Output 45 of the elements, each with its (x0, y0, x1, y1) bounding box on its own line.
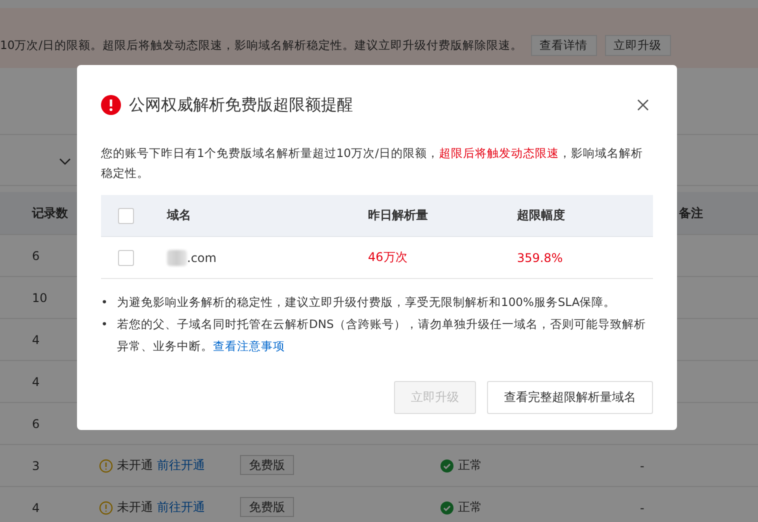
warning-icon (99, 500, 113, 514)
table-cell-text: 4 (31, 500, 41, 514)
column-header: 超限幅度 (517, 207, 566, 224)
column-header: 昨日解析量 (368, 207, 429, 224)
warning-icon (99, 458, 113, 472)
close-icon[interactable] (637, 99, 649, 111)
check-circle-icon (440, 500, 454, 514)
table-cell-text: 359.8% (517, 250, 564, 264)
table-cell: - (640, 500, 644, 514)
checkbox[interactable] (118, 208, 134, 224)
table-cell-text: 4 (31, 332, 41, 346)
notice-link[interactable]: 查看注意事项 (213, 339, 285, 353)
table-cell-text: 46万次 (368, 249, 408, 266)
column-header: 域名 (167, 207, 192, 224)
checkbox[interactable] (118, 250, 134, 266)
edition-tag: 免费版 (240, 497, 294, 517)
status-text: 未开通 (117, 499, 153, 516)
table-cell-text: 3 (31, 458, 41, 472)
bullet: • (101, 316, 109, 333)
dialog-title: 公网权威解析免费版超限额提醒 (129, 94, 354, 116)
note-text: 若您的父、子域名同时托管在云解析DNS（含跨账号），请勿单独升级任一域名，否则可能导致解析异常、业务中断。查看注意事项 (117, 316, 647, 355)
bullet: • (101, 294, 109, 311)
domain-cell: .com (187, 250, 216, 264)
message-text: 您的账号下昨日有1个免费版域名解析量超过10万次/日的限额，超限后将触发动态限速，影响域名解析稳定性。 (101, 145, 644, 182)
note-text: 为避免影响业务解析的稳定性，建议立即升级付费版，享受无限制解析和100%服务SLA保障。 (117, 294, 617, 311)
check-circle-icon (440, 458, 454, 472)
table-cell-text: 6 (31, 248, 41, 262)
error-icon (101, 95, 121, 115)
banner-text: 10万次/日的限额。超限后将触发动态限速，影响域名解析稳定性。建议立即升级付费版解除限速。 (0, 38, 523, 52)
table-cell-text: 6 (31, 416, 41, 430)
status-text: 未开通 (117, 457, 153, 474)
table-cell-text: 4 (31, 374, 41, 388)
banner-button[interactable]: 查看详情 (530, 34, 597, 56)
edition-tag: 免费版 (240, 455, 294, 475)
table-cell-text: 10 (31, 290, 48, 304)
enable-link[interactable]: 前往开通 (157, 457, 205, 474)
chevron-down-icon[interactable] (59, 158, 71, 166)
enable-link[interactable]: 前往开通 (157, 499, 205, 516)
health-text: 正常 (458, 457, 482, 474)
table-cell: - (640, 458, 644, 472)
column-header: 备注 (679, 204, 703, 222)
dialog-button[interactable]: 查看完整超限解析量域名 (487, 381, 653, 414)
health-text: 正常 (458, 499, 482, 516)
banner-button[interactable]: 立即升级 (604, 34, 671, 56)
column-header: 记录数 (30, 204, 69, 222)
